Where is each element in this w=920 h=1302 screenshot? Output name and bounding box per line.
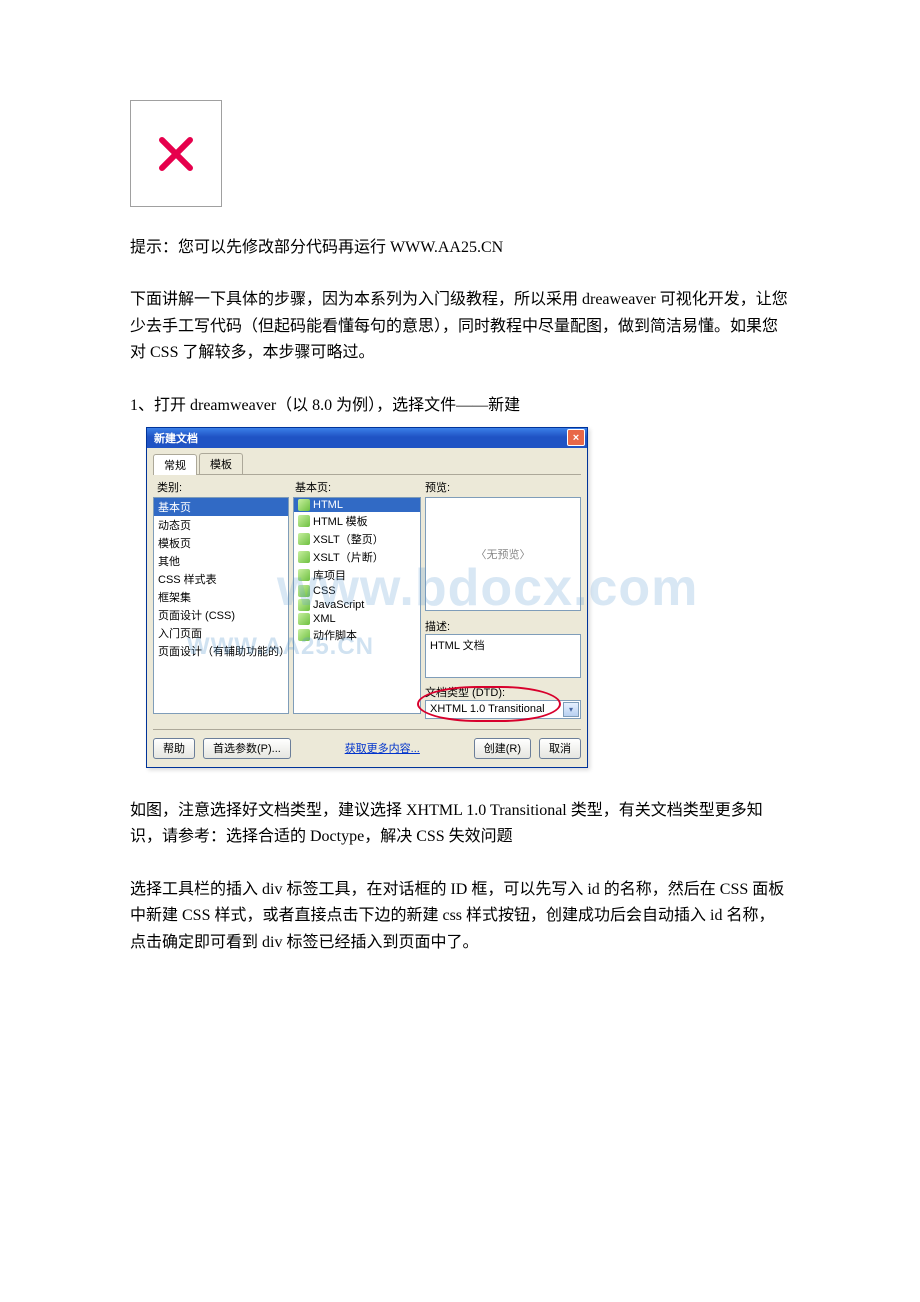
- document-icon: [298, 629, 310, 641]
- intro-paragraph: 下面讲解一下具体的步骤，因为本系列为入门级教程，所以采用 dreaweaver …: [130, 287, 790, 366]
- document-icon: [298, 585, 310, 597]
- after-dialog-paragraph-2: 选择工具栏的插入 div 标签工具，在对话框的 ID 框，可以先写入 id 的名…: [130, 877, 790, 956]
- description-box: HTML 文档: [425, 634, 581, 678]
- label-preview: 预览:: [425, 479, 581, 495]
- list-item[interactable]: 动作脚本: [294, 626, 420, 644]
- broken-image-placeholder: [130, 100, 222, 207]
- document-icon: [298, 515, 310, 527]
- basic-page-listbox[interactable]: HTML HTML 模板 XSLT（整页） XSLT（片断） 库项目 CSS J…: [293, 497, 421, 714]
- preview-box: 〈无预览〉: [425, 497, 581, 611]
- label-basic-page: 基本页:: [295, 479, 425, 495]
- list-item[interactable]: XSLT（片断）: [294, 548, 420, 566]
- tip-paragraph: 提示：您可以先修改部分代码再运行 WWW.AA25.CN: [130, 235, 790, 261]
- list-item[interactable]: CSS: [294, 584, 420, 598]
- document-icon: [298, 533, 310, 545]
- get-more-content-link[interactable]: 获取更多内容...: [345, 743, 420, 755]
- chevron-down-icon[interactable]: ▾: [563, 702, 579, 717]
- list-item[interactable]: 基本页: [154, 498, 288, 516]
- list-item[interactable]: 模板页: [154, 534, 288, 552]
- list-item[interactable]: 入门页面: [154, 624, 288, 642]
- dtd-value: XHTML 1.0 Transitional: [430, 703, 545, 715]
- create-button[interactable]: 创建(R): [474, 738, 531, 759]
- dialog-title: 新建文档: [154, 430, 198, 446]
- list-item[interactable]: HTML 模板: [294, 512, 420, 530]
- list-item[interactable]: 其他: [154, 552, 288, 570]
- dtd-select[interactable]: XHTML 1.0 Transitional ▾: [425, 700, 581, 719]
- description-value: HTML 文档: [430, 640, 485, 652]
- label-category: 类别:: [157, 479, 295, 495]
- document-icon: [298, 613, 310, 625]
- category-listbox[interactable]: 基本页 动态页 模板页 其他 CSS 样式表 框架集 页面设计 (CSS) 入门…: [153, 497, 289, 714]
- list-item[interactable]: CSS 样式表: [154, 570, 288, 588]
- list-item[interactable]: 框架集: [154, 588, 288, 606]
- preferences-button[interactable]: 首选参数(P)...: [203, 738, 291, 759]
- list-item[interactable]: XML: [294, 612, 420, 626]
- list-item[interactable]: 页面设计 (CSS): [154, 606, 288, 624]
- list-item[interactable]: JavaScript: [294, 598, 420, 612]
- cancel-button[interactable]: 取消: [539, 738, 581, 759]
- dialog-titlebar[interactable]: 新建文档 ×: [147, 428, 587, 448]
- list-item[interactable]: 库项目: [294, 566, 420, 584]
- document-icon: [298, 569, 310, 581]
- list-item[interactable]: 动态页: [154, 516, 288, 534]
- step1-paragraph: 1、打开 dreamweaver（以 8.0 为例），选择文件——新建: [130, 393, 790, 419]
- close-icon[interactable]: ×: [567, 429, 585, 446]
- description-label: 描述:: [425, 618, 581, 634]
- new-document-dialog: 新建文档 × 常规 模板 类别: 基本页: 预览: 基本页: [146, 427, 588, 768]
- after-dialog-paragraph-1: 如图，注意选择好文档类型，建议选择 XHTML 1.0 Transitional…: [130, 798, 790, 851]
- document-icon: [298, 599, 310, 611]
- help-button[interactable]: 帮助: [153, 738, 195, 759]
- document-icon: [298, 499, 310, 511]
- list-item[interactable]: 页面设计（有辅助功能的）: [154, 642, 288, 660]
- tab-templates[interactable]: 模板: [199, 453, 243, 474]
- dtd-label: 文档类型 (DTD):: [425, 684, 581, 700]
- broken-image-x-icon: [152, 130, 200, 178]
- document-icon: [298, 551, 310, 563]
- list-item[interactable]: XSLT（整页）: [294, 530, 420, 548]
- list-item[interactable]: HTML: [294, 498, 420, 512]
- tab-general[interactable]: 常规: [153, 454, 197, 475]
- no-preview-text: 〈无预览〉: [476, 546, 531, 562]
